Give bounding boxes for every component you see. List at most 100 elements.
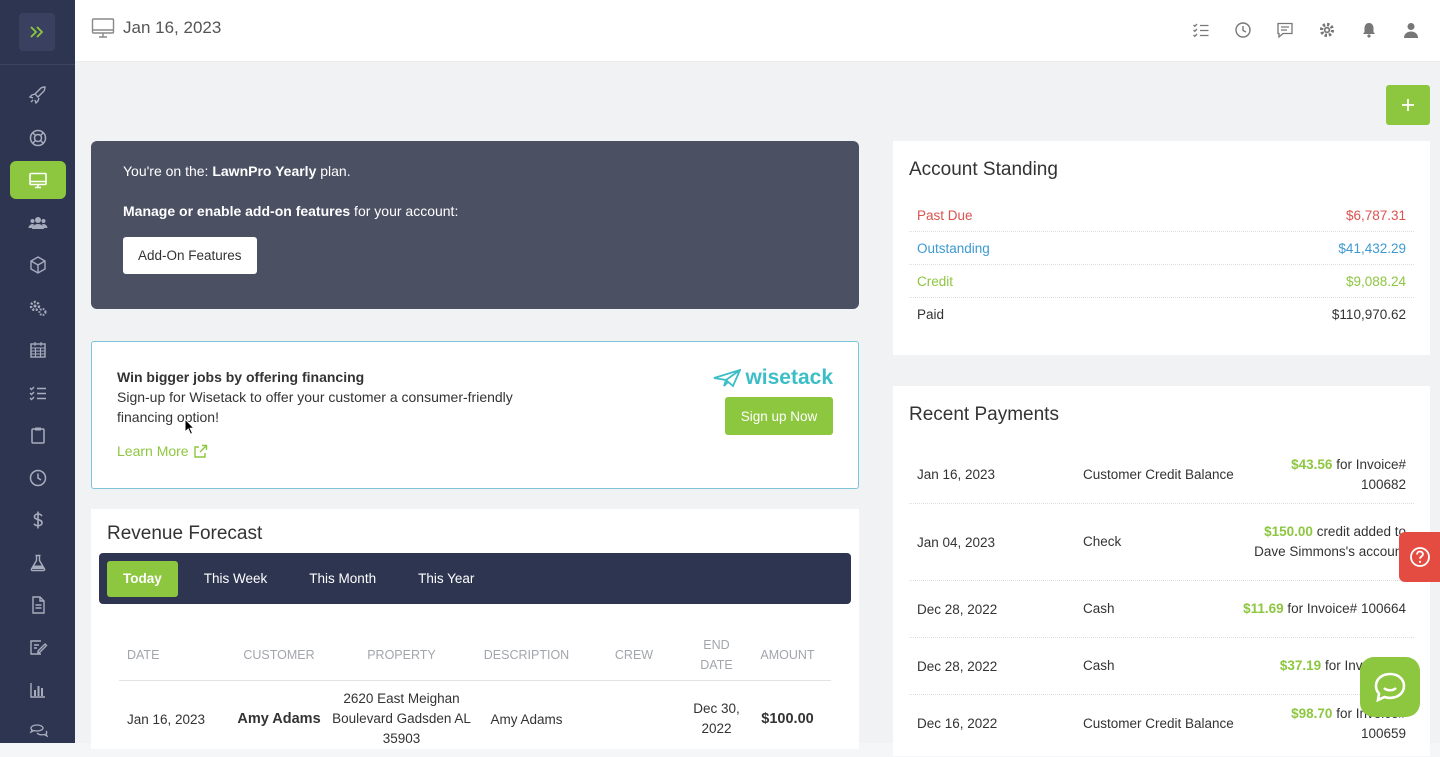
payment-value: $150.00: [1264, 524, 1313, 539]
tab-this-month[interactable]: This Month: [293, 561, 392, 597]
history-icon[interactable]: [1234, 21, 1252, 39]
paper-plane-icon: [714, 368, 742, 388]
column-header[interactable]: DESCRIPTION: [474, 648, 579, 662]
wisetack-text: Sign-up for Wisetack to offer your custo…: [117, 389, 513, 425]
help-icon: [1409, 547, 1430, 567]
sidebar-item-services[interactable]: [10, 289, 66, 327]
users-icon: [28, 217, 48, 229]
add-button[interactable]: [1386, 85, 1430, 125]
sidebar-item-calendar[interactable]: [10, 331, 66, 369]
payment-row[interactable]: Dec 28, 2022 Cash $37.19 for Invoice# 1: [909, 638, 1414, 695]
payment-type: Cash: [1083, 658, 1115, 673]
payment-date: Dec 28, 2022: [917, 658, 998, 674]
payment-value: $11.69: [1243, 601, 1284, 616]
double-chevron-right-icon: [30, 26, 44, 38]
column-header[interactable]: END DATE: [689, 635, 744, 675]
payment-type: Customer Credit Balance: [1083, 466, 1234, 482]
help-tab[interactable]: [1399, 532, 1440, 582]
learn-more-label: Learn More: [117, 443, 189, 459]
chat-bubble-icon: [1374, 672, 1406, 703]
learn-more-link[interactable]: Learn More: [117, 443, 833, 459]
top-icons: [1192, 21, 1420, 39]
credit-label: Credit: [917, 273, 954, 289]
clock-icon: [29, 469, 47, 487]
sidebar-item-dashboard[interactable]: [10, 161, 66, 199]
box-icon: [30, 256, 46, 274]
current-date: Jan 16, 2023: [123, 18, 222, 37]
sidebar-item-support[interactable]: [10, 119, 66, 157]
bell-icon[interactable]: [1360, 21, 1378, 39]
plan-name: LawnPro Yearly: [212, 163, 317, 179]
expand-sidebar-button[interactable]: [19, 13, 55, 51]
credit-row[interactable]: Credit $9,088.24: [909, 265, 1414, 298]
payment-amount: $43.56 for Invoice# 100682: [1243, 455, 1406, 495]
outstanding-row[interactable]: Outstanding $41,432.29: [909, 232, 1414, 265]
external-link-icon: [193, 444, 207, 458]
table-row[interactable]: Jan 16, 2023 Amy Adams 2620 East Meighan…: [119, 681, 831, 757]
sidebar-item-billing[interactable]: [10, 501, 66, 539]
payment-row[interactable]: Dec 28, 2022 Cash $11.69 for Invoice# 10…: [909, 581, 1414, 638]
sidebar-item-messages[interactable]: [10, 714, 66, 752]
payment-row[interactable]: Jan 04, 2023 Check $150.00 credit added …: [909, 504, 1414, 581]
plan-prefix: You're on the:: [123, 163, 213, 179]
column-header[interactable]: AMOUNT: [744, 648, 831, 662]
add-on-features-button[interactable]: Add-On Features: [123, 237, 257, 274]
flask-icon: [30, 554, 46, 572]
plan-suffix: plan.: [316, 163, 351, 179]
sidebar-item-products[interactable]: [10, 246, 66, 284]
chat-button[interactable]: [1360, 657, 1420, 717]
user-icon[interactable]: [1402, 21, 1420, 39]
plan-card: You're on the: LawnPro Yearly plan. Mana…: [91, 141, 859, 309]
row-end-date: Dec 30, 2022: [693, 701, 740, 736]
past-due-row[interactable]: Past Due $6,787.31: [909, 199, 1414, 232]
document-icon: [32, 596, 45, 614]
row-customer[interactable]: Amy Adams: [229, 711, 329, 727]
sidebar-item-getting-started[interactable]: [10, 76, 66, 114]
outstanding-value: $41,432.29: [1338, 240, 1406, 256]
tasks-icon[interactable]: [1192, 21, 1210, 39]
messages-icon[interactable]: [1276, 21, 1294, 39]
paid-row[interactable]: Paid $110,970.62: [909, 298, 1414, 331]
recent-payments-title: Recent Payments: [909, 404, 1059, 425]
payment-type: Cash: [1083, 601, 1115, 616]
tab-this-week[interactable]: This Week: [188, 561, 284, 597]
plus-icon: [1402, 99, 1414, 111]
plan-info: You're on the: LawnPro Yearly plan.: [123, 163, 827, 179]
sidebar-item-contracts[interactable]: [10, 629, 66, 667]
past-due-value: $6,787.31: [1345, 207, 1406, 223]
column-header[interactable]: CUSTOMER: [229, 648, 329, 662]
payment-value: $98.70: [1291, 705, 1333, 721]
sidebar-item-invoices[interactable]: [10, 586, 66, 624]
sidebar-item-chemicals[interactable]: [10, 544, 66, 582]
payment-date: Dec 16, 2022: [917, 716, 998, 731]
column-header[interactable]: PROPERTY: [329, 645, 474, 665]
settings-icon[interactable]: [1318, 21, 1336, 39]
sign-up-now-button[interactable]: Sign up Now: [725, 397, 833, 435]
payment-row[interactable]: Jan 16, 2023 Customer Credit Balance $43…: [909, 446, 1414, 504]
tab-this-year[interactable]: This Year: [402, 561, 490, 597]
payment-detail: for Invoice# 100682: [1336, 456, 1406, 492]
row-amount: $100.00: [761, 711, 814, 727]
gears-icon: [29, 300, 47, 316]
payment-date: Jan 04, 2023: [917, 534, 996, 550]
sidebar-item-reports[interactable]: [10, 671, 66, 709]
top-bar: Jan 16, 2023: [75, 0, 1440, 62]
payment-row[interactable]: Dec 16, 2022 Customer Credit Balance $98…: [909, 695, 1414, 752]
sidebar-item-timesheets[interactable]: [10, 459, 66, 497]
dollar-icon: [33, 511, 43, 529]
past-due-label: Past Due: [917, 207, 973, 223]
column-header[interactable]: DATE: [119, 648, 229, 662]
sidebar-item-customers[interactable]: [10, 204, 66, 242]
revenue-forecast-title: Revenue Forecast: [107, 523, 263, 544]
outstanding-label: Outstanding: [917, 240, 990, 256]
recent-payments-card: Recent Payments Jan 16, 2023 Customer Cr…: [893, 386, 1430, 756]
sidebar-item-estimates[interactable]: [10, 416, 66, 454]
revenue-table: DATE CUSTOMER PROPERTY DESCRIPTION CREW …: [119, 629, 831, 757]
paid-value: $110,970.62: [1331, 307, 1406, 322]
tab-today[interactable]: Today: [107, 560, 178, 597]
wisetack-logo: wisetack: [713, 366, 833, 390]
monitor-icon: [29, 172, 47, 189]
credit-value: $9,088.24: [1345, 273, 1406, 289]
sidebar-item-tasks[interactable]: [10, 374, 66, 412]
column-header[interactable]: CREW: [579, 648, 689, 662]
